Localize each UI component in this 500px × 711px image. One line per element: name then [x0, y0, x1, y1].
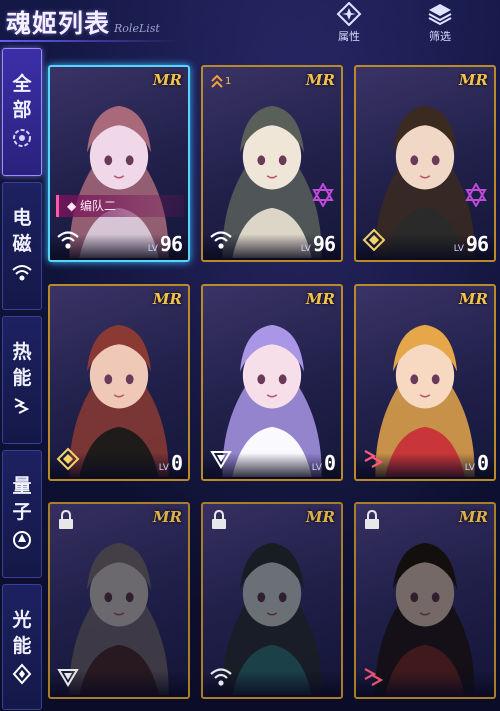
- hexagram-icon: [312, 183, 334, 207]
- svg-text:1: 1: [225, 76, 231, 87]
- role-card[interactable]: MR: [201, 502, 343, 699]
- role-card[interactable]: MR LV 96: [354, 65, 496, 262]
- team-tag: ◆ 编队二: [56, 195, 184, 217]
- sidebar: 全 部 电 磁 热 能 量 子 光 能: [0, 48, 44, 711]
- level-label: LV: [464, 463, 475, 473]
- level-value: 0: [170, 451, 183, 475]
- quantum-icon: [56, 447, 80, 471]
- level-label: LV: [311, 463, 322, 473]
- rarity-label: MR: [305, 508, 335, 526]
- level-display: LV 96: [300, 232, 336, 256]
- tab-char: 子: [12, 501, 32, 523]
- level-display: LV 96: [453, 232, 489, 256]
- wifi-icon: [57, 231, 79, 249]
- level-display: LV 0: [464, 451, 489, 475]
- light-icon: [210, 451, 232, 469]
- lock-icon: [59, 510, 73, 529]
- tab-char: 能: [12, 635, 32, 657]
- page-title: 魂姬列表: [6, 9, 111, 38]
- role-card[interactable]: MR LV 0: [48, 284, 190, 481]
- title-group: 魂姬列表 RoleList: [6, 4, 160, 40]
- wifi-icon: [12, 265, 32, 281]
- level-label: LV: [158, 463, 169, 473]
- tab-char: 电: [12, 207, 32, 229]
- tab-char: 光: [12, 609, 32, 631]
- level-label: LV: [300, 244, 311, 254]
- light-icon: [12, 663, 32, 685]
- rarity-label: MR: [458, 508, 488, 526]
- tab-char: 全: [12, 73, 32, 95]
- all-icon: [13, 129, 31, 147]
- tab-char: 热: [12, 341, 32, 363]
- tab-light[interactable]: 光 能: [2, 584, 42, 710]
- level-value: 0: [476, 451, 489, 475]
- filter-label: 筛选: [429, 30, 451, 43]
- tab-all[interactable]: 全 部: [2, 48, 42, 176]
- attribute-button[interactable]: 属性: [324, 2, 374, 46]
- filter-button[interactable]: 筛选: [415, 2, 465, 46]
- level-label: LV: [147, 244, 158, 254]
- role-card[interactable]: MR ◆ 编队二 LV 96: [48, 65, 190, 262]
- heat-icon: [364, 450, 384, 468]
- rarity-label: MR: [458, 71, 488, 89]
- rarity-label: MR: [305, 290, 335, 308]
- tab-char: 量: [12, 475, 32, 497]
- diamond-star-icon: [336, 2, 362, 26]
- quantum-icon: [362, 228, 386, 252]
- level-display: LV 0: [158, 451, 183, 475]
- role-card[interactable]: MR LV 0: [201, 284, 343, 481]
- wifi-icon: [210, 231, 232, 249]
- tab-char: 能: [12, 367, 32, 389]
- wifi-icon: [210, 668, 232, 686]
- tab-quantum[interactable]: 量 子: [2, 450, 42, 578]
- level-label: LV: [453, 244, 464, 254]
- level-value: 96: [159, 232, 183, 256]
- heat-icon: [364, 668, 384, 686]
- level-value: 96: [312, 232, 336, 256]
- tab-char: 磁: [12, 233, 32, 255]
- rarity-label: MR: [152, 290, 182, 308]
- light-icon: [57, 669, 79, 687]
- rarity-label: MR: [152, 508, 182, 526]
- level-value: 0: [323, 451, 336, 475]
- tab-electromagnetic[interactable]: 电 磁: [2, 182, 42, 310]
- layers-icon: [428, 4, 452, 26]
- level-value: 96: [465, 232, 489, 256]
- tab-thermal[interactable]: 热 能: [2, 316, 42, 444]
- role-card[interactable]: MR: [48, 502, 190, 699]
- role-card[interactable]: MR: [354, 502, 496, 699]
- role-card[interactable]: MR 1 LV 96: [201, 65, 343, 262]
- title-underline: [0, 40, 180, 42]
- rank-up-icon: 1: [211, 74, 231, 88]
- heat-icon: [14, 398, 30, 414]
- page-subtitle: RoleList: [114, 22, 160, 35]
- header: 魂姬列表 RoleList 属性 筛选: [0, 0, 500, 48]
- level-display: LV 0: [311, 451, 336, 475]
- quantum-icon: [13, 531, 31, 549]
- attribute-label: 属性: [338, 30, 360, 43]
- rarity-label: MR: [458, 290, 488, 308]
- lock-icon: [212, 510, 226, 529]
- rarity-label: MR: [305, 71, 335, 89]
- level-display: LV 96: [147, 232, 183, 256]
- hexagram-icon: [465, 183, 487, 207]
- role-card[interactable]: MR LV 0: [354, 284, 496, 481]
- tab-char: 部: [12, 99, 32, 121]
- rarity-label: MR: [152, 71, 182, 89]
- lock-icon: [365, 510, 379, 529]
